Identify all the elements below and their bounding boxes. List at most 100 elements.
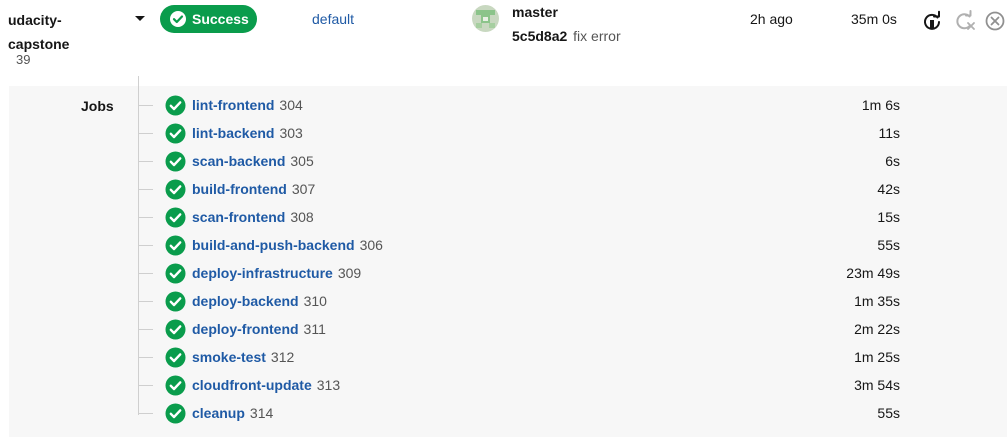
time-ago: 2h ago [750, 11, 793, 27]
jobs-panel: Jobs lint-frontend 304 1m 6s lint-backend 30… [9, 86, 1007, 437]
tree-branch [138, 301, 153, 302]
jobs-label: Jobs [81, 98, 114, 114]
job-duration: 1m 35s [854, 293, 900, 309]
project-name-line1: udacity- [8, 12, 62, 28]
job-row[interactable]: cleanup 314 55s [138, 400, 903, 428]
job-duration: 3m 54s [854, 377, 900, 393]
pipeline-number[interactable]: 39 [16, 52, 30, 67]
pipeline-duration: 35m 0s [851, 11, 897, 27]
tree-branch [138, 245, 153, 246]
job-number: 311 [303, 321, 326, 337]
job-name: smoke-test [192, 349, 266, 365]
job-name-link[interactable]: cleanup 314 [192, 405, 273, 421]
job-row[interactable]: lint-backend 303 11s [138, 120, 903, 148]
job-row[interactable]: build-and-push-backend 306 55s [138, 232, 903, 260]
job-name: scan-backend [192, 153, 286, 169]
job-name: deploy-backend [192, 293, 299, 309]
job-duration: 2m 22s [854, 321, 900, 337]
check-circle-icon [165, 123, 186, 144]
job-number: 306 [359, 237, 383, 253]
check-circle-icon [165, 263, 186, 284]
job-row[interactable]: lint-frontend 304 1m 6s [138, 92, 903, 120]
chevron-down-icon[interactable] [134, 14, 146, 24]
job-name-link[interactable]: scan-frontend 308 [192, 209, 314, 225]
job-duration: 55s [877, 237, 900, 253]
check-circle-icon [165, 319, 186, 340]
job-name-link[interactable]: scan-backend 305 [192, 153, 314, 169]
job-row[interactable]: deploy-infrastructure 309 23m 49s [138, 260, 903, 288]
check-circle-icon [165, 179, 186, 200]
commit-message: fix error [573, 28, 621, 44]
job-name: cleanup [192, 405, 245, 421]
job-duration: 42s [877, 181, 900, 197]
tree-branch [138, 385, 153, 386]
avatar [472, 5, 499, 32]
job-name: scan-frontend [192, 209, 286, 225]
rerun-failed-icon[interactable] [954, 10, 976, 32]
job-row[interactable]: cloudfront-update 313 3m 54s [138, 372, 903, 400]
job-name: build-and-push-backend [192, 237, 355, 253]
job-name: deploy-infrastructure [192, 265, 333, 281]
tree-branch [138, 329, 153, 330]
job-row[interactable]: smoke-test 312 1m 25s [138, 344, 903, 372]
branch-name[interactable]: master [512, 4, 558, 20]
job-name-link[interactable]: smoke-test 312 [192, 349, 294, 365]
commit-info: 5c5d8a2 fix error [512, 28, 621, 44]
job-row[interactable]: build-frontend 307 42s [138, 176, 903, 204]
job-number: 313 [316, 377, 341, 393]
job-row[interactable]: deploy-backend 310 1m 35s [138, 288, 903, 316]
check-circle-icon [165, 207, 186, 228]
workflow-link[interactable]: default [312, 11, 354, 27]
job-name-link[interactable]: deploy-frontend 311 [192, 321, 326, 337]
rerun-icon[interactable] [921, 10, 943, 32]
job-number: 312 [270, 349, 295, 365]
job-name: lint-backend [192, 125, 275, 141]
check-circle-icon [165, 347, 186, 368]
job-name-link[interactable]: build-frontend 307 [192, 181, 315, 197]
commit-hash[interactable]: 5c5d8a2 [512, 28, 567, 44]
tree-branch [138, 161, 153, 162]
job-name-link[interactable]: deploy-backend 310 [192, 293, 327, 309]
check-circle-icon [165, 151, 186, 172]
job-row[interactable]: scan-frontend 308 15s [138, 204, 903, 232]
tree-branch [138, 105, 153, 106]
job-duration: 15s [877, 209, 900, 225]
job-name-link[interactable]: lint-backend 303 [192, 125, 303, 141]
job-number: 308 [290, 209, 314, 225]
tree-connector [138, 76, 139, 86]
job-number: 310 [303, 293, 327, 309]
job-name-link[interactable]: build-and-push-backend 306 [192, 237, 383, 253]
job-number: 307 [291, 181, 316, 197]
job-row[interactable]: scan-backend 305 6s [138, 148, 903, 176]
job-name: cloudfront-update [192, 377, 312, 393]
job-name-link[interactable]: lint-frontend 304 [192, 97, 303, 113]
job-duration: 1m 25s [854, 349, 900, 365]
job-name: deploy-frontend [192, 321, 299, 337]
check-circle-icon [165, 403, 186, 424]
job-duration: 1m 6s [861, 97, 900, 113]
job-duration: 55s [877, 405, 900, 421]
tree-branch [138, 217, 153, 218]
check-circle-icon [165, 95, 186, 116]
cancel-icon[interactable] [984, 10, 1006, 32]
check-circle-icon [165, 291, 186, 312]
job-name-link[interactable]: deploy-infrastructure 309 [192, 265, 361, 281]
check-circle-icon [170, 11, 186, 27]
status-badge[interactable]: Success [160, 5, 257, 33]
pipeline-row: udacity- capstone 39 Success default mas… [0, 0, 1007, 76]
job-row[interactable]: deploy-frontend 311 2m 22s [138, 316, 903, 344]
job-name-link[interactable]: cloudfront-update 313 [192, 377, 340, 393]
job-duration: 6s [885, 153, 900, 169]
job-number: 309 [337, 265, 362, 281]
job-name: lint-frontend [192, 97, 275, 113]
tree-branch [138, 413, 153, 414]
status-label: Success [192, 11, 249, 27]
job-name: build-frontend [192, 181, 287, 197]
job-number: 314 [249, 405, 274, 421]
job-duration: 11s [878, 125, 900, 141]
tree-branch [138, 273, 153, 274]
job-number: 305 [290, 153, 314, 169]
project-name[interactable]: udacity- capstone [8, 8, 88, 56]
job-number: 303 [279, 125, 303, 141]
tree-branch [138, 133, 153, 134]
